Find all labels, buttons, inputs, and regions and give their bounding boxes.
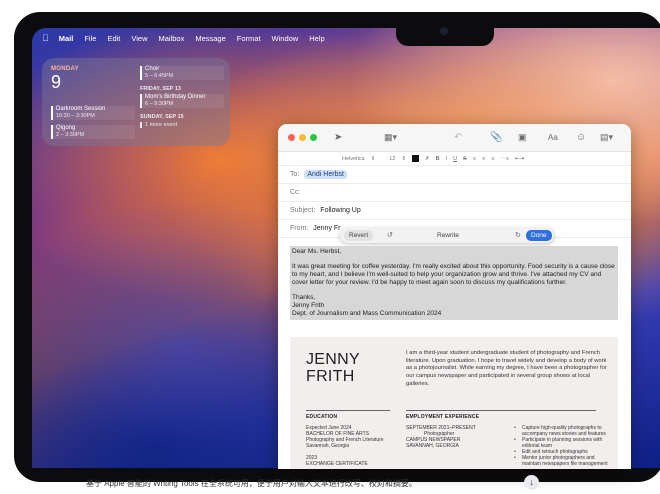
stage:  Mail File Edit View Mailbox Message Fo… — [0, 0, 660, 494]
event-time: 10:30 – 3:30PM — [56, 113, 95, 119]
redo-icon[interactable]: ↻ — [510, 230, 526, 241]
event-title: Mom's Birthday Dinner — [145, 94, 206, 100]
attachment-icon[interactable]: 📎 — [490, 132, 502, 143]
event-title: Darkroom Session — [56, 106, 106, 112]
to-field[interactable]: To: Andi Herbst — [278, 166, 631, 184]
photo-browser-icon[interactable]: ▣ — [518, 132, 527, 143]
event-time: 2 – 3:30PM — [56, 132, 85, 138]
from-value[interactable]: Jenny Fr — [313, 225, 340, 232]
resume-last-name: FRITH — [306, 368, 355, 385]
close-button[interactable] — [288, 134, 295, 141]
to-label: To: — [290, 171, 300, 178]
calendar-widget[interactable]: MONDAY 9 Darkroom Session 10:30 – 3:30PM… — [42, 58, 230, 146]
edu-line: EXCHANGE CERTIFICATE — [306, 461, 368, 467]
send-icon[interactable]: ➤ — [334, 132, 342, 143]
widget-event[interactable]: Qigong 2 – 3:30PM — [51, 125, 135, 139]
chevron-down-icon: ⇕ — [401, 155, 406, 162]
align-left-icon[interactable]: ≡ — [473, 156, 476, 162]
cc-label: Cc: — [290, 189, 301, 196]
event-title: Choir — [145, 66, 160, 72]
minimize-button[interactable] — [299, 134, 306, 141]
align-center-icon[interactable]: ≡ — [482, 156, 485, 162]
header-fields-icon[interactable]: ▦▾ — [384, 132, 397, 143]
menu-mailbox[interactable]: Mailbox — [159, 34, 185, 43]
resume-bio: I am a third-year student undergraduate … — [406, 350, 607, 387]
subject-label: Subject: — [290, 207, 316, 214]
widget-date-heading: FRIDAY, SEP 13 — [140, 86, 181, 92]
menu-message[interactable]: Message — [195, 34, 225, 43]
menu-window[interactable]: Window — [272, 34, 299, 43]
caption-text: 基于 Apple 智能的 Writing Tools 在全系统可用，便于用户对输… — [86, 479, 417, 488]
text-color-swatch[interactable] — [411, 155, 419, 162]
employment-bullets: Capture high-quality photographs to acco… — [514, 425, 610, 467]
employment-details: SEPTEMBER 2021–PRESENT Photographer CAMP… — [406, 425, 506, 449]
recipient-token[interactable]: Andi Herbst — [304, 170, 347, 179]
italic-button[interactable]: I — [446, 156, 448, 162]
bold-button[interactable]: B — [436, 156, 440, 162]
list-item: Mentor junior photographers and maintain… — [514, 455, 610, 467]
widget-event[interactable]: Choir 5 – 6:45PM — [140, 66, 224, 80]
list-item: Participate in planning sessions with ed… — [514, 437, 610, 449]
body-paragraph: It was great meeting for coffee yesterda… — [292, 263, 615, 286]
list-item: Capture high-quality photographs to acco… — [514, 425, 610, 437]
divider — [406, 410, 596, 411]
menu-help[interactable]: Help — [309, 34, 324, 43]
list-icon[interactable]: ⋯≡ — [500, 156, 509, 162]
done-button[interactable]: Done — [526, 230, 552, 241]
zoom-button[interactable] — [310, 134, 317, 141]
divider — [306, 410, 390, 411]
menu-format[interactable]: Format — [237, 34, 261, 43]
font-icon[interactable]: Aa — [548, 133, 558, 142]
arrow-down-icon[interactable]: ↓ — [524, 475, 539, 490]
menu-file[interactable]: File — [84, 34, 96, 43]
indent-icon[interactable]: ⇤⇥ — [515, 156, 524, 162]
education-heading: EDUCATION — [306, 414, 338, 420]
menu-view[interactable]: View — [131, 34, 147, 43]
emp-line: SAVANNAH, GEORGIA — [406, 443, 459, 449]
resume-first-name: JENNY — [306, 351, 360, 368]
undo-icon[interactable]: ↺ — [382, 230, 398, 241]
compose-toolbar: ➤ ▦▾ ↶ 📎 ▣ Aa ☺ ▤▾ — [278, 124, 631, 152]
rewrite-label: Rewrite — [437, 232, 460, 239]
chevron-down-icon: ⇕ — [370, 155, 376, 162]
signature-line: Thanks, — [292, 294, 316, 302]
underline-button[interactable]: U — [453, 156, 457, 162]
signature-line: Jenny Frith — [292, 301, 325, 309]
greeting: Dear Ms. Herbst, — [292, 248, 342, 255]
font-family-select[interactable]: Helvetica — [342, 156, 365, 162]
subject-field[interactable]: Subject: Following Up — [278, 202, 631, 220]
event-time: 5 – 6:45PM — [145, 73, 174, 79]
font-size-select[interactable]: 12 — [389, 156, 395, 162]
resume-name: JENNY FRITH — [306, 351, 360, 385]
reply-icon[interactable]: ↶ — [454, 132, 462, 143]
from-label: From: — [290, 225, 309, 232]
employment-heading: EMPLOYMENT EXPERIENCE — [406, 414, 480, 420]
event-title: Qigong — [56, 125, 76, 131]
menu-app-name[interactable]: Mail — [59, 34, 74, 43]
subject-value[interactable]: Following Up — [320, 207, 360, 214]
photo-icon[interactable]: ▤▾ — [600, 132, 613, 143]
apple-menu-icon[interactable]:  — [42, 33, 49, 43]
cc-field[interactable]: Cc: — [278, 184, 631, 202]
resume-attachment[interactable]: JENNY FRITH I am a third-year student und… — [290, 337, 618, 469]
emoji-icon[interactable]: ☺ — [576, 132, 586, 143]
widget-more-events: 1 more event — [140, 122, 224, 128]
signature-line: Dept. of Journalism and Mass Communicati… — [292, 309, 442, 317]
menu-edit[interactable]: Edit — [107, 34, 120, 43]
format-bar: Helvetica ⇕ 12 ⇕ ✗ B I U S ≡ ≡ ≡ ⋯≡ ⇤⇥ — [278, 152, 631, 166]
message-body-selection[interactable]: Dear Ms. Herbst, It was great meeting fo… — [290, 246, 618, 320]
align-right-icon[interactable]: ≡ — [491, 156, 494, 162]
strikethrough-button[interactable]: S — [463, 156, 467, 162]
menu-bar:  Mail File Edit View Mailbox Message Fo… — [32, 28, 660, 48]
highlight-icon[interactable]: ✗ — [425, 156, 430, 162]
event-time: 6 – 9:30PM — [145, 101, 174, 107]
more-events-label: 1 more event — [145, 122, 178, 128]
widget-event[interactable]: Mom's Birthday Dinner 6 – 9:30PM — [140, 94, 224, 108]
education-details: Expected June 2024 BACHELOR OF FINE ARTS… — [306, 425, 402, 467]
widget-date-heading: SUNDAY, SEP 15 — [140, 114, 184, 120]
widget-event[interactable]: Darkroom Session 10:30 – 3:30PM — [51, 106, 135, 120]
revert-button[interactable]: Revert — [344, 230, 374, 241]
writing-tools-bar: Revert ↺ Rewrite ↻ Done — [340, 228, 554, 243]
widget-day-number: 9 — [51, 72, 62, 92]
